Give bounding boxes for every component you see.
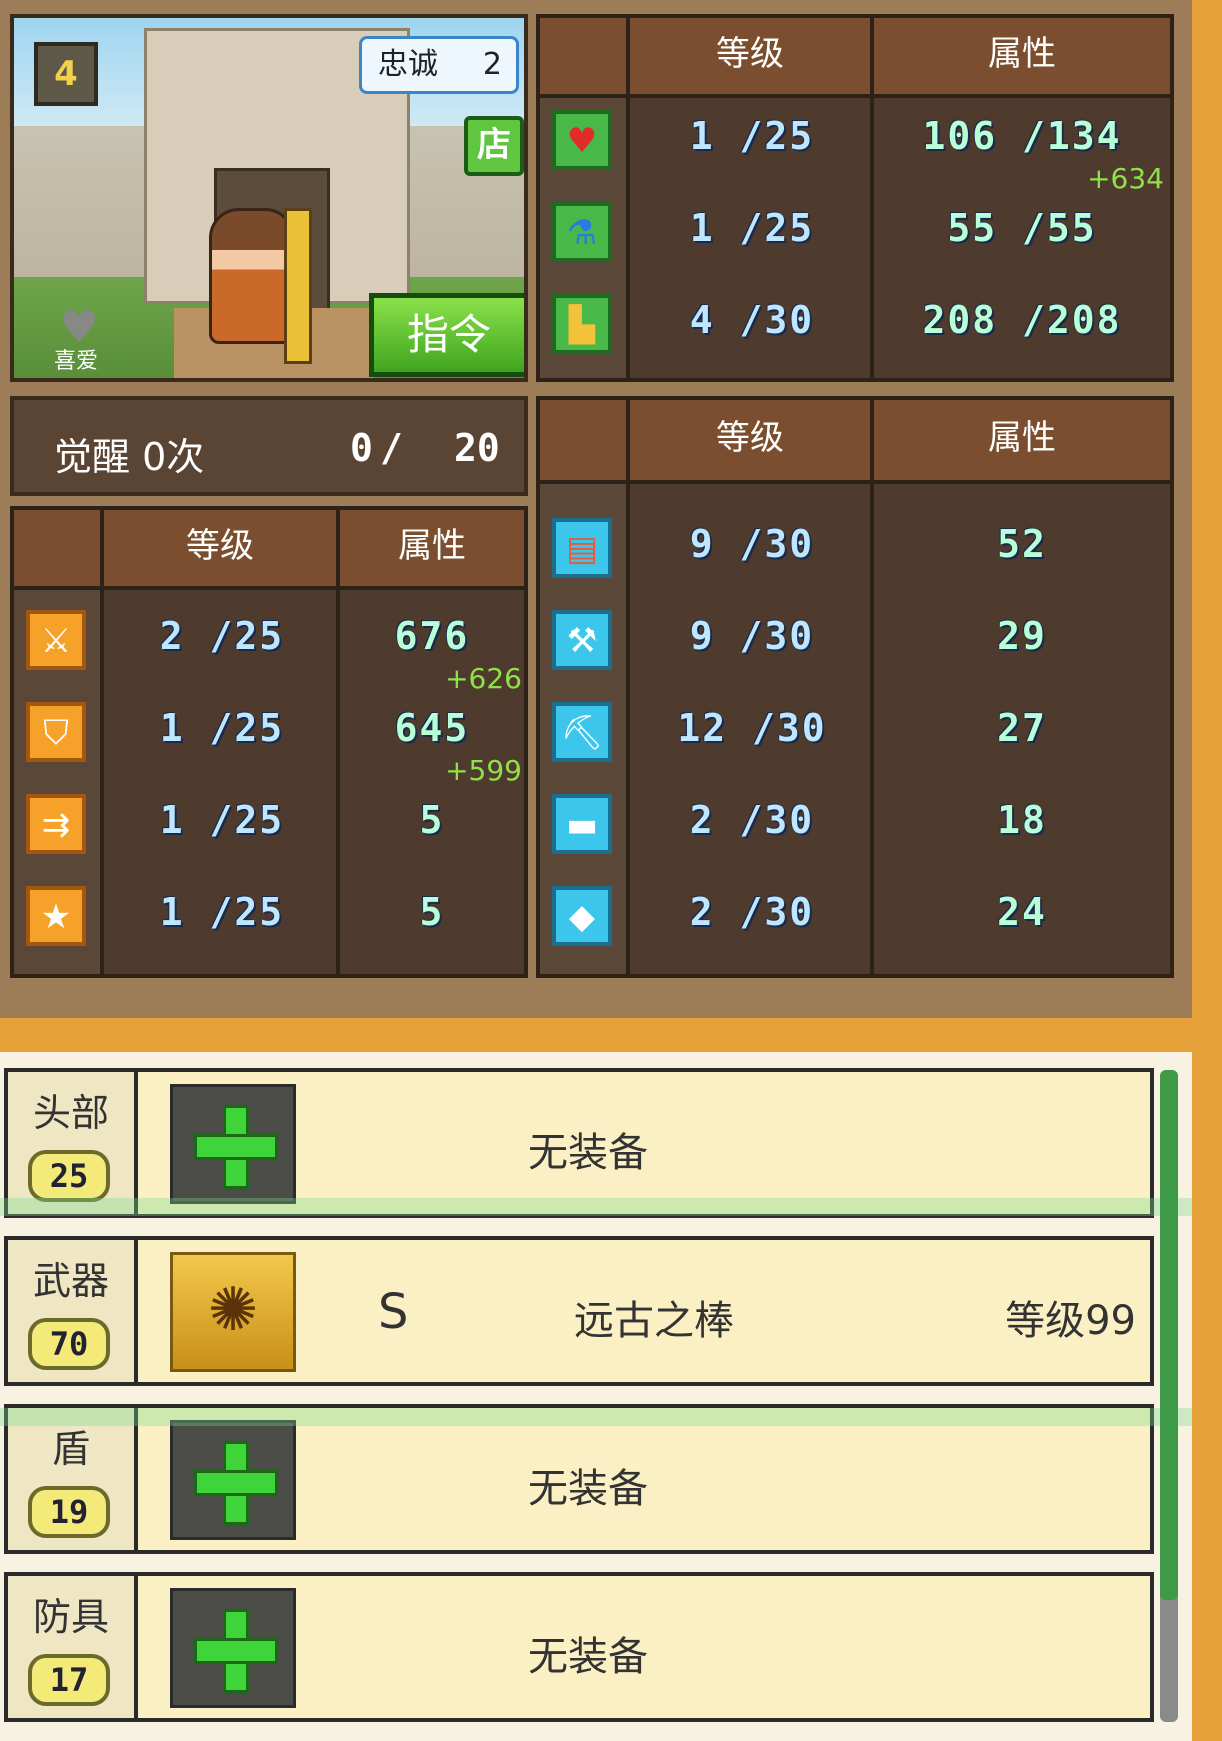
craft-value-1: 52: [997, 522, 1047, 566]
shop-button[interactable]: 店: [464, 116, 524, 176]
slot-name-weapon: 武器: [32, 1259, 109, 1303]
craft-level-4: 2 /30: [689, 798, 815, 842]
craft-level-5: 2 /30: [689, 890, 815, 934]
vital-stats-table: 等级 属性 ♥ 1 /25 106 /134 +634 ⚗ 1 /25 55 /…: [536, 14, 1174, 382]
anvil-icon: ▬: [552, 794, 612, 854]
loyalty-label: 忠诚: [378, 47, 438, 82]
arrows-icon: ⇉: [26, 794, 86, 854]
shield-icon: ⛉: [26, 702, 86, 762]
craft-value-5: 24: [997, 890, 1047, 934]
favorite-heart-icon[interactable]: ♥: [49, 306, 109, 350]
attack-bonus: +626: [445, 662, 522, 695]
equip-slot-shield[interactable]: 盾 19 无装备: [4, 1404, 1154, 1554]
stamina-value: 208 /208: [922, 298, 1122, 342]
awaken-max: 20: [454, 426, 500, 470]
craft-value-3: 27: [997, 706, 1047, 750]
equip-slot-head[interactable]: 头部 25 无装备: [4, 1068, 1154, 1218]
sword-icon: ⚔: [26, 610, 86, 670]
defense-value: 645: [394, 706, 470, 750]
defense-level: 1 /25: [159, 706, 285, 750]
staff-sprite: [284, 208, 312, 364]
weapon-level: 等级99: [1005, 1298, 1136, 1344]
scrollbar-thumb[interactable]: [1160, 1070, 1178, 1600]
awaken-slash: /: [380, 426, 403, 470]
craft-level-3: 12 /30: [677, 706, 827, 750]
staff-weapon-icon[interactable]: ✺: [170, 1252, 296, 1372]
header-level: 等级: [630, 18, 874, 94]
slot-level-badge: 19: [28, 1486, 110, 1538]
stamina-level: 4 /30: [689, 298, 815, 342]
slot-name-shield: 盾: [51, 1427, 90, 1471]
command-button[interactable]: 指令: [369, 293, 524, 377]
no-equipment-text: 无装备: [528, 1466, 648, 1512]
selection-highlight: [0, 1198, 1192, 1216]
slot-level-badge: 70: [28, 1318, 110, 1370]
defense-bonus: +599: [445, 754, 522, 787]
character-sprite[interactable]: [209, 208, 295, 344]
header-level: 等级: [104, 510, 340, 586]
equip-slot-armor[interactable]: 防具 17 无装备: [4, 1572, 1154, 1722]
hp-value: 106 /134: [922, 114, 1122, 158]
right-border: [1192, 0, 1222, 1741]
slot-level-badge: 25: [28, 1150, 110, 1202]
no-equipment-text: 无装备: [528, 1130, 648, 1176]
combat-stats-table: 等级 属性 ⚔ 2 /25 676 +626 ⛉ 1 /25 645 +599 …: [10, 506, 528, 978]
weapon-grade: S: [378, 1284, 409, 1340]
rank-icon: 4: [34, 42, 98, 106]
potion-icon: ⚗: [552, 202, 612, 262]
loyalty-value: 2: [482, 47, 502, 82]
hp-level: 1 /25: [689, 114, 815, 158]
loyalty-badge: 忠诚 2: [359, 36, 519, 94]
pickaxe-icon: ⛏: [552, 702, 612, 762]
slot-level-badge: 17: [28, 1654, 110, 1706]
awaken-bar: 觉醒 0次 0 / 20: [10, 396, 528, 496]
attack-value: 676: [394, 614, 470, 658]
add-equipment-button[interactable]: [170, 1420, 296, 1540]
mp-level: 1 /25: [689, 206, 815, 250]
no-equipment-text: 无装备: [528, 1634, 648, 1680]
add-equipment-button[interactable]: [170, 1084, 296, 1204]
header-attr: 属性: [874, 18, 1170, 94]
craft-stats-table: 等级 属性 ▤ 9 /30 52 ⚒ 9 /30 29 ⛏ 12 /30 27 …: [536, 396, 1174, 978]
header-attr: 属性: [874, 400, 1170, 480]
craft-level-2: 9 /30: [689, 614, 815, 658]
star-icon: ★: [26, 886, 86, 946]
boot-icon: ▙: [552, 294, 612, 354]
slot-name-armor: 防具: [32, 1595, 109, 1639]
speed-level: 1 /25: [159, 798, 285, 842]
header-attr: 属性: [340, 510, 524, 586]
mp-value: 55 /55: [947, 206, 1097, 250]
craft-value-2: 29: [997, 614, 1047, 658]
luck-value: 5: [419, 890, 445, 934]
attack-level: 2 /25: [159, 614, 285, 658]
craft-level-1: 9 /30: [689, 522, 815, 566]
add-equipment-button[interactable]: [170, 1588, 296, 1708]
ore-icon: ◆: [552, 886, 612, 946]
character-portrait: 4 忠诚 2 店 ♥ 喜爱 指令: [10, 14, 528, 382]
speed-value: 5: [419, 798, 445, 842]
book-icon: ▤: [552, 518, 612, 578]
craft-value-4: 18: [997, 798, 1047, 842]
weapon-name: 远古之棒: [574, 1298, 734, 1344]
slot-name-head: 头部: [32, 1091, 109, 1135]
hammer-icon: ⚒: [552, 610, 612, 670]
divider-band: [0, 1018, 1192, 1052]
heart-icon: ♥: [552, 110, 612, 170]
luck-level: 1 /25: [159, 890, 285, 934]
favorite-label: 喜爱: [54, 349, 99, 374]
hp-bonus: +634: [1087, 162, 1164, 195]
awaken-label: 觉醒 0次: [54, 435, 205, 479]
header-level: 等级: [630, 400, 874, 480]
awaken-current: 0: [350, 426, 373, 470]
equip-slot-weapon[interactable]: 武器 70 ✺ S 远古之棒 等级99: [4, 1236, 1154, 1386]
selection-highlight: [0, 1408, 1192, 1426]
